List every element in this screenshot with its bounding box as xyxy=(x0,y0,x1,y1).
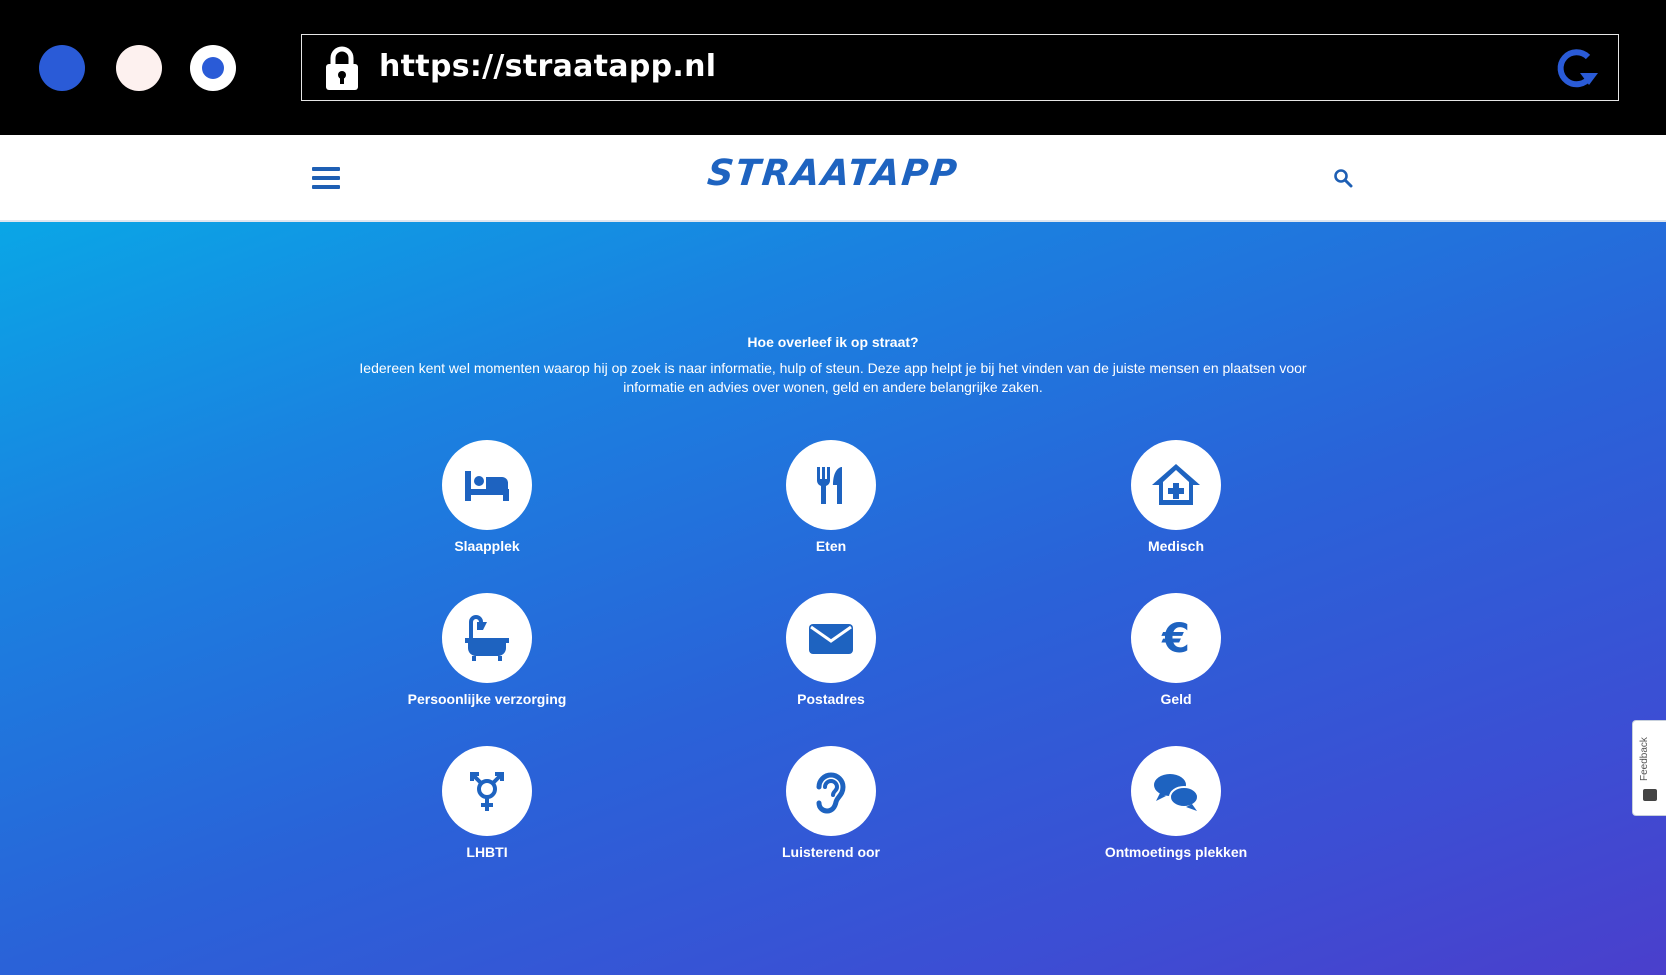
category-label: Persoonlijke verzorging xyxy=(407,691,567,707)
category-ontmoetings-plekken[interactable]: Ontmoetings plekken xyxy=(1066,746,1286,860)
euro-icon: € xyxy=(1161,616,1190,662)
intro-title: Hoe overleef ik op straat? xyxy=(747,334,919,350)
envelope-icon xyxy=(809,624,853,654)
feedback-label: Feedback xyxy=(1639,737,1650,781)
search-icon[interactable] xyxy=(1333,168,1353,188)
browser-chrome: https://straatapp.nl xyxy=(0,0,1666,135)
window-maximize-button[interactable] xyxy=(190,45,236,91)
site-logo[interactable]: STRAATAPP xyxy=(0,153,1666,194)
category-persoonlijke-verzorging[interactable]: Persoonlijke verzorging xyxy=(377,593,597,707)
feedback-icon xyxy=(1643,789,1657,801)
bed-icon xyxy=(465,471,509,501)
site-header: STRAATAPP xyxy=(0,135,1666,222)
category-medisch[interactable]: Medisch xyxy=(1066,440,1286,554)
svg-text:€: € xyxy=(1161,616,1190,662)
chat-bubbles-icon xyxy=(1154,774,1199,811)
category-label: Postadres xyxy=(797,691,865,707)
cutlery-icon xyxy=(817,467,842,504)
category-label: Slaapplek xyxy=(454,538,520,554)
category-label: Luisterend oor xyxy=(781,844,880,860)
lock-icon xyxy=(326,46,358,90)
category-label: Ontmoetings plekken xyxy=(1104,844,1248,860)
category-label: Geld xyxy=(1160,691,1192,707)
transgender-icon xyxy=(470,772,504,811)
window-close-button[interactable] xyxy=(39,45,85,91)
ear-icon xyxy=(816,772,846,814)
category-label: Eten xyxy=(815,538,847,554)
category-geld[interactable]: € Geld xyxy=(1066,593,1286,707)
reload-icon[interactable] xyxy=(1552,47,1600,91)
hero-section: Hoe overleef ik op straat? Iedereen kent… xyxy=(0,222,1666,975)
category-eten[interactable]: Eten xyxy=(721,440,941,554)
medical-home-icon xyxy=(1152,464,1200,505)
category-luisterend-oor[interactable]: Luisterend oor xyxy=(721,746,941,860)
feedback-tab[interactable]: Feedback xyxy=(1632,720,1666,816)
address-bar[interactable]: https://straatapp.nl xyxy=(301,34,1619,101)
category-slaapplek[interactable]: Slaapplek xyxy=(377,440,597,554)
bathtub-icon xyxy=(465,615,509,661)
window-minimize-button[interactable] xyxy=(116,45,162,91)
category-label: LHBTI xyxy=(466,844,508,860)
category-lhbti[interactable]: LHBTI xyxy=(377,746,597,860)
url-text[interactable]: https://straatapp.nl xyxy=(379,49,716,84)
intro-text: Iedereen kent wel momenten waarop hij op… xyxy=(359,360,1307,395)
category-postadres[interactable]: Postadres xyxy=(721,593,941,707)
category-label: Medisch xyxy=(1147,538,1204,554)
